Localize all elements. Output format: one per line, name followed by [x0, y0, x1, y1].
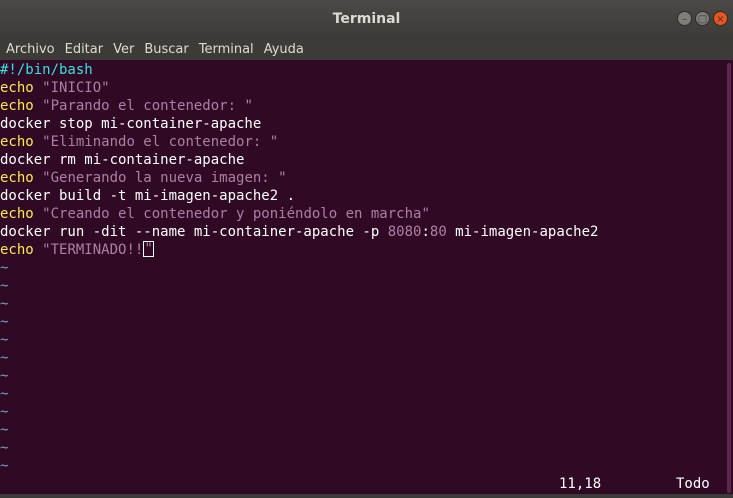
code-line: echo "Creando el contenedor y poniéndolo… [0, 205, 725, 223]
empty-line-marker: ~ [0, 350, 9, 366]
empty-line-marker: ~ [0, 386, 9, 402]
scrollbar-thumb[interactable] [727, 63, 731, 493]
code-token: echo [0, 170, 34, 186]
code-line: echo "Generando la nueva imagen: " [0, 169, 725, 187]
empty-line-marker: ~ [0, 260, 9, 276]
vim-status-line: 11,18 Todo [0, 476, 725, 494]
cursor-position: 11,18 [559, 476, 602, 492]
code-token: "TERMINADO!! [42, 242, 144, 258]
code-token: echo [0, 206, 34, 222]
terminal-window: Terminal – □ × Archivo Editar Ver Buscar… [0, 0, 733, 498]
code-token: docker rm mi-container-apache [0, 152, 245, 168]
code-token: "Generando la nueva imagen: " [42, 170, 287, 186]
code-token: "INICIO" [42, 80, 110, 96]
code-line: echo "INICIO" [0, 79, 725, 97]
code-line: docker build -t mi-imagen-apache2 . [0, 187, 725, 205]
code-token: docker build -t mi-imagen-apache2 . [0, 188, 296, 204]
scroll-position: Todo [676, 476, 710, 492]
menu-ayuda[interactable]: Ayuda [258, 42, 308, 57]
menu-buscar[interactable]: Buscar [138, 42, 192, 57]
code-token: docker run -dit --name mi-container-apac… [0, 224, 388, 240]
code-line: #!/bin/bash [0, 61, 725, 79]
code-token: echo [0, 242, 34, 258]
window-controls: – □ × [677, 11, 728, 26]
code-line: echo "Eliminando el contenedor: " [0, 133, 725, 151]
menu-editar[interactable]: Editar [59, 42, 108, 57]
empty-line-marker: ~ [0, 422, 9, 438]
editor-text-area[interactable]: #!/bin/bash echo "INICIO" echo "Parando el… [0, 61, 725, 498]
code-token: echo [0, 98, 34, 114]
empty-line-marker: ~ [0, 332, 9, 348]
code-token: echo [0, 134, 34, 150]
text-cursor: " [143, 241, 154, 257]
maximize-icon[interactable]: □ [695, 11, 710, 26]
empty-line-marker: ~ [0, 404, 9, 420]
code-token: 80 [429, 224, 447, 240]
code-line: echo "TERMINADO!!" [0, 241, 725, 259]
empty-line-marker: ~ [0, 278, 9, 294]
scrollbar[interactable] [725, 61, 733, 498]
menu-ver[interactable]: Ver [107, 42, 138, 57]
code-token: 8080 [387, 224, 422, 240]
code-token: #!/bin/bash [0, 62, 93, 78]
empty-line-marker: ~ [0, 296, 9, 312]
code-token: docker stop mi-container-apache [0, 116, 262, 132]
empty-line-marker: ~ [0, 458, 9, 474]
empty-line-marker: ~ [0, 440, 9, 456]
window-title: Terminal [332, 11, 401, 27]
minimize-icon[interactable]: – [677, 11, 692, 26]
code-token: echo [0, 80, 34, 96]
code-token: mi-imagen-apache2 [446, 224, 599, 240]
code-token: "Parando el contenedor: " [42, 98, 253, 114]
code-line: docker run -dit --name mi-container-apac… [0, 223, 725, 241]
title-bar[interactable]: Terminal – □ × [0, 0, 733, 38]
code-token: : [421, 224, 430, 240]
menu-bar: Archivo Editar Ver Buscar Terminal Ayuda [0, 38, 733, 60]
menu-archivo[interactable]: Archivo [0, 42, 59, 57]
menu-terminal[interactable]: Terminal [193, 42, 258, 57]
code-line: docker stop mi-container-apache [0, 115, 725, 133]
code-line: docker rm mi-container-apache [0, 151, 725, 169]
code-line: echo "Parando el contenedor: " [0, 97, 725, 115]
empty-line-marker: ~ [0, 314, 9, 330]
empty-line-marker: ~ [0, 368, 9, 384]
code-token: "Eliminando el contenedor: " [42, 134, 279, 150]
close-icon[interactable]: × [713, 11, 728, 26]
code-token: "Creando el contenedor y poniéndolo en m… [42, 206, 430, 222]
bottom-edge [0, 494, 733, 498]
